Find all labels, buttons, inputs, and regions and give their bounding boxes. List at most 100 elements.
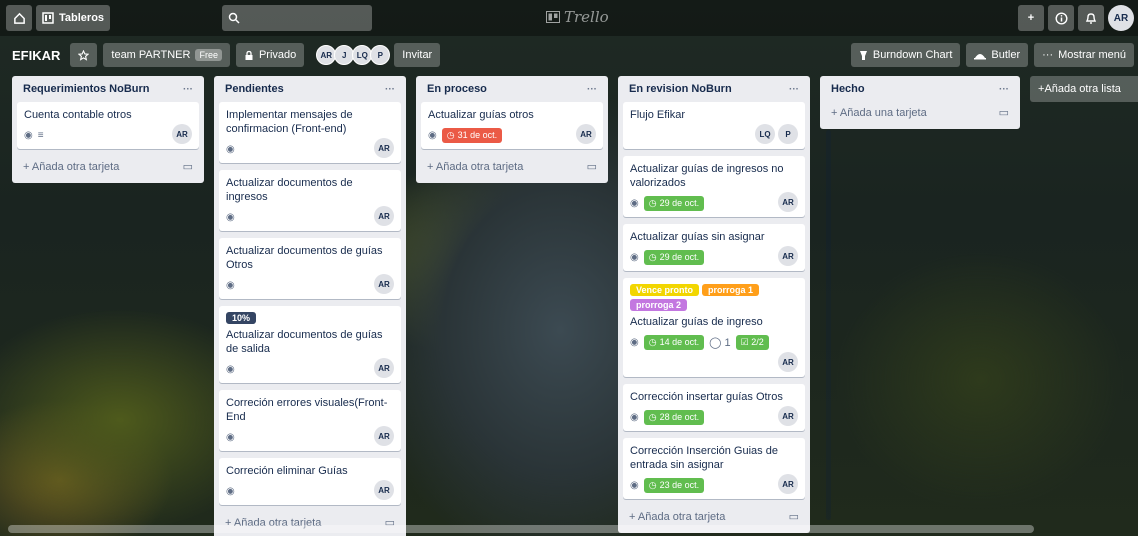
card-title: Actualizar documentos de ingresos — [226, 177, 353, 203]
member-avatar[interactable]: AR — [374, 274, 394, 294]
member-avatar[interactable]: AR — [172, 124, 192, 144]
boards-button[interactable]: Tableros — [36, 5, 111, 31]
add-list-label: Añada otra lista — [1044, 83, 1121, 95]
plus-icon: + — [1027, 12, 1035, 24]
card[interactable]: 10% Actualizar documentos de guías de sal… — [219, 306, 401, 383]
member-avatar[interactable]: J — [334, 45, 355, 65]
member-avatar[interactable]: AR — [576, 124, 596, 144]
due-date-text: 29 de oct. — [659, 252, 700, 262]
watch-icon: ◉ — [226, 279, 235, 291]
card[interactable]: Corrección Inserción Guias de entrada si… — [623, 438, 805, 499]
card-template-icon[interactable]: ▭ — [587, 160, 597, 173]
member-avatar[interactable]: AR — [374, 358, 394, 378]
list-header[interactable]: Hecho ··· — [825, 80, 1015, 102]
card[interactable]: Correción errores visuales(Front-End ◉ AR — [219, 390, 401, 451]
list-menu-icon[interactable]: ··· — [789, 84, 799, 95]
card[interactable]: Actualizar guías otros ◉ ◷ 31 de oct. AR — [421, 102, 603, 149]
card-template-icon[interactable]: ▭ — [999, 106, 1009, 119]
member-avatar[interactable]: AR — [316, 45, 337, 65]
list-header[interactable]: En revision NoBurn ··· — [623, 80, 805, 102]
card-label[interactable]: prorroga 2 — [630, 299, 688, 311]
list-header[interactable]: Pendientes ··· — [219, 80, 401, 102]
member-avatar[interactable]: AR — [778, 192, 798, 212]
member-avatar[interactable]: LQ — [755, 124, 775, 144]
card-template-icon[interactable]: ▭ — [789, 510, 799, 523]
card[interactable]: Vence pronto prorroga 1 prorroga 2 Actualiz… — [623, 278, 805, 377]
card-title: Correción eliminar Guías — [226, 465, 348, 477]
list-menu-icon[interactable]: ··· — [587, 84, 597, 95]
member-avatar[interactable]: AR — [778, 474, 798, 494]
due-date-badge[interactable]: ◷ 31 de oct. — [441, 127, 503, 143]
search-input[interactable] — [222, 5, 372, 31]
card-title: Implementar mensajes de confirmacion (Fr… — [226, 109, 353, 135]
info-button[interactable] — [1048, 5, 1074, 31]
card[interactable]: Actualizar documentos de guías Otros ◉ AR — [219, 238, 401, 299]
due-date-badge[interactable]: ◷ 29 de oct. — [643, 195, 705, 211]
list-title[interactable]: Pendientes — [225, 83, 284, 95]
show-menu-label: Mostrar menú — [1058, 49, 1126, 61]
add-card-button[interactable]: + Añada otra tarjeta ▭ — [17, 156, 199, 177]
trello-logo[interactable]: Trello — [546, 8, 609, 26]
progress-label[interactable]: 10% — [226, 312, 257, 324]
show-menu-button[interactable]: ··· Mostrar menú — [1034, 43, 1134, 67]
member-avatar[interactable]: AR — [778, 246, 798, 266]
list-header[interactable]: En proceso ··· — [421, 80, 603, 102]
list-header[interactable]: Requerimientos NoBurn ··· — [17, 80, 199, 102]
info-icon — [1054, 11, 1068, 25]
card[interactable]: Correción eliminar Guías ◉ AR — [219, 458, 401, 505]
member-avatar[interactable]: AR — [374, 138, 394, 158]
add-card-button[interactable]: + Añada otra tarjeta ▭ — [623, 506, 805, 527]
team-button[interactable]: team PARTNER Free — [103, 43, 230, 67]
add-list-button[interactable]: + Añada otra lista — [1030, 76, 1138, 102]
invite-button[interactable]: Invitar — [394, 43, 441, 67]
board-title[interactable]: EFIKAR — [8, 48, 64, 63]
list-scrollbar[interactable] — [826, 130, 831, 520]
member-avatar[interactable]: P — [778, 124, 798, 144]
list-title[interactable]: Hecho — [831, 83, 865, 95]
list: Hecho ··· + Añada una tarjeta ▭ — [820, 76, 1020, 129]
create-button[interactable]: + — [1018, 5, 1044, 31]
card[interactable]: Actualizar documentos de ingresos ◉ AR — [219, 170, 401, 231]
butler-button[interactable]: Butler — [966, 43, 1029, 67]
card[interactable]: Implementar mensajes de confirmacion (Fr… — [219, 102, 401, 163]
watch-icon: ◉ — [630, 336, 639, 348]
member-avatar[interactable]: AR — [778, 352, 798, 372]
star-button[interactable] — [70, 43, 98, 67]
due-date-badge[interactable]: ◷ 29 de oct. — [643, 249, 705, 265]
privacy-button[interactable]: Privado — [235, 43, 305, 67]
add-card-button[interactable]: + Añada una tarjeta ▭ — [825, 102, 1015, 123]
member-avatar[interactable]: AR — [778, 406, 798, 426]
due-date-badge[interactable]: ◷ 14 de oct. — [643, 334, 705, 350]
user-avatar[interactable]: AR — [1108, 5, 1134, 31]
card[interactable]: Actualizar guías de ingresos no valoriza… — [623, 156, 805, 217]
member-avatar[interactable]: LQ — [352, 45, 373, 65]
list-menu-icon[interactable]: ··· — [385, 84, 395, 95]
member-avatar[interactable]: AR — [374, 206, 394, 226]
member-avatar[interactable]: AR — [374, 480, 394, 500]
notifications-button[interactable] — [1078, 5, 1104, 31]
clock-icon: ◷ — [446, 129, 455, 140]
board-scrollbar[interactable] — [8, 525, 1034, 533]
due-date-badge[interactable]: ◷ 23 de oct. — [643, 477, 705, 493]
card-label[interactable]: Vence pronto — [630, 284, 700, 296]
member-avatar[interactable]: P — [370, 45, 391, 65]
trello-logo-icon — [546, 11, 560, 23]
card[interactable]: Actualizar guías sin asignar ◉ ◷ 29 de oct.… — [623, 224, 805, 271]
list-menu-icon[interactable]: ··· — [183, 84, 193, 95]
card-label[interactable]: prorroga 1 — [702, 284, 760, 296]
list-title[interactable]: En proceso — [427, 83, 487, 95]
member-avatar[interactable]: AR — [374, 426, 394, 446]
bell-icon — [1085, 12, 1097, 24]
card[interactable]: Corrección insertar guías Otros ◉ ◷ 28 de o… — [623, 384, 805, 431]
list-title[interactable]: En revision NoBurn — [629, 83, 732, 95]
card[interactable]: Flujo Efikar LQ P — [623, 102, 805, 149]
card-template-icon[interactable]: ▭ — [183, 160, 193, 173]
due-date-badge[interactable]: ◷ 28 de oct. — [643, 409, 705, 425]
home-button[interactable] — [6, 5, 32, 31]
burndown-button[interactable]: Burndown Chart — [850, 43, 961, 67]
add-card-label: Añada otra tarjeta — [637, 510, 726, 523]
list-title[interactable]: Requerimientos NoBurn — [23, 83, 150, 95]
card[interactable]: Cuenta contable otros ◉ ≡ AR — [17, 102, 199, 149]
list-menu-icon[interactable]: ··· — [999, 84, 1009, 95]
add-card-button[interactable]: + Añada otra tarjeta ▭ — [421, 156, 603, 177]
